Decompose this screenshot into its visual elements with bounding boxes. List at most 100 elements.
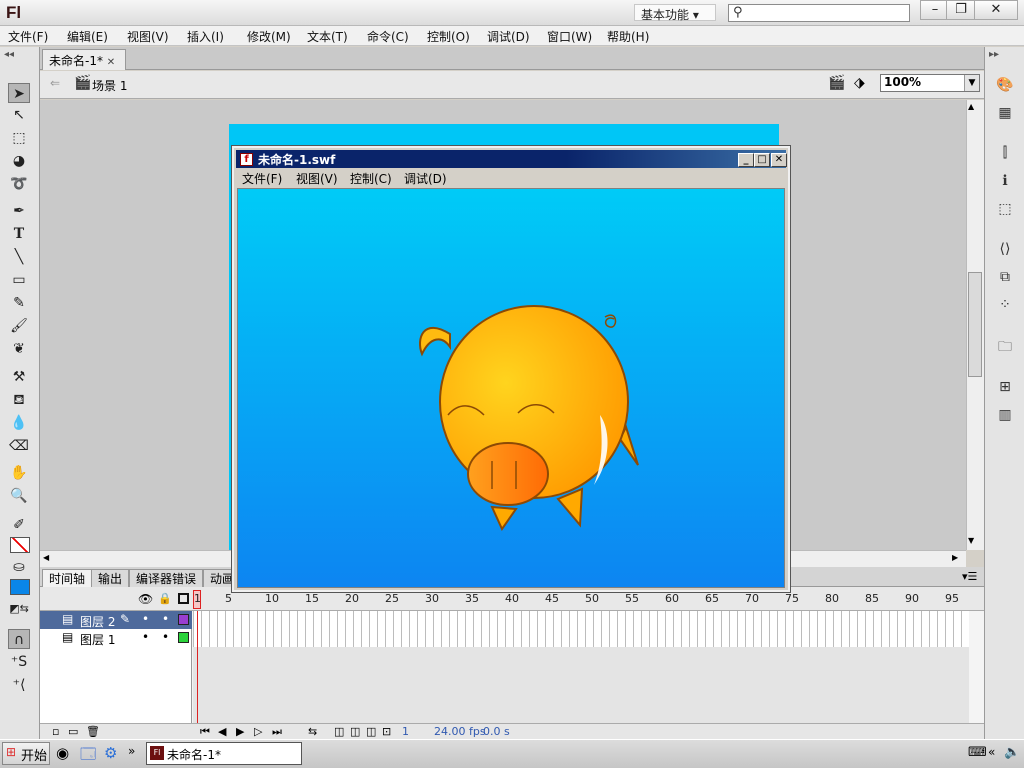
delete-layer-icon[interactable]: 🗑 (86, 725, 100, 738)
scroll-right-icon[interactable]: ▶ (952, 553, 958, 562)
document-tab[interactable]: 未命名-1* ✕ (42, 49, 126, 70)
edit-scene-icon[interactable]: 🎬 (828, 75, 845, 91)
swf-close-button[interactable]: ✕ (771, 153, 787, 167)
lock-dot[interactable]: • (162, 630, 169, 644)
subselection-tool-icon[interactable]: ↖ (8, 105, 30, 125)
tab-compiler-errors[interactable]: 编译器错误 (129, 569, 204, 587)
layer-row[interactable]: ▤ 图层 2 ✎ • • (40, 611, 192, 629)
vertical-scrollbar[interactable]: ▲ ▼ (966, 100, 984, 550)
tab-timeline[interactable]: 时间轴 (42, 569, 93, 587)
swf-menu-debug[interactable]: 调试(D) (404, 170, 447, 187)
workspace-switcher[interactable]: 基本功能 ▾ (634, 4, 716, 22)
stroke-color-icon[interactable]: ✐ (8, 515, 30, 535)
free-transform-tool-icon[interactable]: ⬚ (8, 128, 30, 148)
fill-swatch[interactable] (10, 579, 30, 595)
onion-outline-icon[interactable]: ◫ (350, 725, 360, 738)
volume-icon[interactable]: 🔈 (1004, 745, 1020, 760)
menu-insert[interactable]: 插入(I) (187, 28, 224, 45)
edit-multiple-icon[interactable]: ◫ (366, 725, 376, 738)
onion-skin-icon[interactable]: ◫ (334, 725, 344, 738)
menu-control[interactable]: 控制(O) (427, 28, 470, 45)
taskbar-item-flash[interactable]: Fl 未命名-1* (146, 742, 302, 765)
swf-maximize-button[interactable]: □ (754, 153, 770, 167)
new-layer-icon[interactable]: ▫ (52, 725, 59, 738)
swf-minimize-button[interactable]: _ (738, 153, 754, 167)
selection-tool-icon[interactable]: ➤ (8, 83, 30, 103)
collapse-icon[interactable]: ◂◂ (4, 49, 14, 60)
straighten-icon[interactable]: ⁺⟨ (8, 675, 30, 695)
menu-view[interactable]: 视图(V) (127, 28, 169, 45)
vertical-scroll-thumb[interactable] (968, 272, 982, 377)
start-button[interactable]: ⊞ 开始 (2, 742, 50, 765)
loop-icon[interactable]: ⇆ (308, 725, 317, 738)
scroll-left-icon[interactable]: ◀ (43, 553, 49, 562)
current-frame[interactable]: 1 (402, 725, 409, 738)
line-tool-icon[interactable]: ╲ (8, 247, 30, 267)
onion-markers-icon[interactable]: ⊡ (382, 725, 391, 738)
lock-icon[interactable]: 🔒 (158, 592, 172, 605)
layer-name[interactable]: 图层 1 (80, 631, 115, 648)
menu-debug[interactable]: 调试(D) (487, 28, 530, 45)
code-snippets-icon[interactable]: ⟨⟩ (995, 239, 1015, 259)
hand-tool-icon[interactable]: ✋ (8, 463, 30, 483)
expand-icon[interactable]: ▸▸ (989, 49, 999, 60)
swf-menu-view[interactable]: 视图(V) (296, 170, 338, 187)
new-folder-icon[interactable]: ▭ (68, 725, 78, 738)
layer-name[interactable]: 图层 2 (80, 613, 115, 630)
eye-icon[interactable]: 👁 (138, 592, 153, 606)
swf-title-bar[interactable]: f 未命名-1.swf _ □ ✕ (236, 150, 787, 168)
play-icon[interactable]: ▶ (236, 725, 244, 738)
scroll-down-icon[interactable]: ▼ (968, 536, 974, 545)
snap-magnet-icon[interactable]: ∩ (8, 629, 30, 649)
swf-menu-file[interactable]: 文件(F) (242, 170, 282, 187)
tray-expand-icon[interactable]: « (988, 745, 995, 759)
menu-commands[interactable]: 命令(C) (367, 28, 409, 45)
transform-icon[interactable]: ⬚ (995, 199, 1015, 219)
close-button[interactable]: ✕ (974, 0, 1018, 20)
frame-grid[interactable] (193, 611, 969, 647)
chevron-down-icon[interactable]: ▼ (964, 75, 979, 91)
bone-tool-icon[interactable]: ⚒ (8, 367, 30, 387)
swap-colors-icon[interactable]: ◩⇆ (8, 599, 30, 619)
library-icon[interactable]: ▥ (995, 405, 1015, 425)
swf-menu-control[interactable]: 控制(C) (350, 170, 392, 187)
close-tab-icon[interactable]: ✕ (107, 57, 115, 68)
lock-dot[interactable]: • (162, 612, 169, 626)
visibility-dot[interactable]: • (142, 612, 149, 626)
help-search-input[interactable]: ⚲ (728, 4, 910, 22)
tab-output[interactable]: 输出 (91, 569, 130, 587)
info-icon[interactable]: ℹ (995, 171, 1015, 191)
more-arrows-icon[interactable]: » (128, 744, 135, 758)
outline-icon[interactable] (178, 593, 189, 604)
keyboard-icon[interactable]: ⌨ (968, 745, 987, 760)
zoom-select[interactable]: 100% ▼ (880, 74, 980, 92)
text-tool-icon[interactable]: T (8, 224, 30, 244)
eyedropper-tool-icon[interactable]: 💧 (8, 413, 30, 433)
menu-file[interactable]: 文件(F) (8, 28, 48, 45)
brush-tool-icon[interactable]: 🖌 (8, 316, 30, 336)
motion-presets-icon[interactable]: ⁘ (995, 295, 1015, 315)
swf-player-window[interactable]: f 未命名-1.swf _ □ ✕ 文件(F) 视图(V) 控制(C) 调试(D… (231, 145, 791, 593)
scene-label[interactable]: 场景 1 (92, 77, 127, 94)
layer-color-swatch[interactable] (178, 614, 189, 625)
fill-color-icon[interactable]: ⛀ (8, 557, 30, 577)
properties-icon[interactable]: ⊞ (995, 377, 1015, 397)
swatches-icon[interactable]: ▦ (995, 103, 1015, 123)
visibility-dot[interactable]: • (142, 630, 149, 644)
zoom-tool-icon[interactable]: 🔍 (8, 486, 30, 506)
menu-edit[interactable]: 编辑(E) (67, 28, 108, 45)
last-frame-icon[interactable]: ⏭ (272, 725, 282, 739)
rectangle-tool-icon[interactable]: ▭ (8, 270, 30, 290)
restore-button[interactable]: ❐ (946, 0, 976, 20)
stroke-swatch[interactable] (10, 537, 30, 553)
smooth-icon[interactable]: ⁺S (8, 652, 30, 672)
browser-icon[interactable]: ◉ (56, 744, 69, 762)
panel-menu-icon[interactable]: ▾☰ (962, 570, 977, 583)
menu-window[interactable]: 窗口(W) (547, 28, 592, 45)
prev-frame-icon[interactable]: ◀ (218, 725, 226, 738)
swf-canvas[interactable] (237, 188, 785, 588)
edit-symbols-icon[interactable]: ⬗ (854, 75, 865, 91)
menu-text[interactable]: 文本(T) (307, 28, 348, 45)
fps-readout[interactable]: 24.00 fps (434, 725, 486, 738)
paint-bucket-tool-icon[interactable]: ⛾ (8, 390, 30, 410)
